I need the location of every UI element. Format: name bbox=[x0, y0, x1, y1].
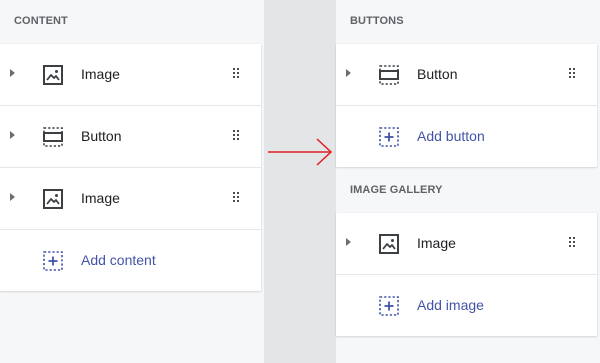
list-item-button[interactable]: Button bbox=[0, 106, 261, 168]
section-panel: BUTTONS Button Add button IMAGE GALLERY bbox=[336, 0, 600, 363]
arrow-right-icon bbox=[268, 138, 333, 166]
add-content-label: Add content bbox=[81, 252, 156, 268]
add-content-button[interactable]: Add content bbox=[0, 230, 261, 291]
add-button-label: Add button bbox=[417, 128, 485, 144]
list-item-label: Image bbox=[417, 235, 456, 251]
add-icon bbox=[43, 251, 63, 271]
expand-caret-icon[interactable] bbox=[10, 69, 15, 77]
list-item-label: Image bbox=[81, 66, 120, 82]
list-item-label: Button bbox=[81, 128, 122, 144]
buttons-list: Button Add button bbox=[336, 44, 597, 167]
list-item-label: Image bbox=[81, 190, 120, 206]
drag-handle-icon[interactable] bbox=[233, 130, 239, 142]
section-title-buttons: BUTTONS bbox=[350, 15, 404, 27]
button-icon bbox=[379, 65, 399, 85]
list-item-image[interactable]: Image bbox=[0, 44, 261, 106]
add-image-label: Add image bbox=[417, 297, 484, 313]
button-icon bbox=[43, 127, 63, 147]
image-icon bbox=[379, 234, 399, 254]
list-item-button[interactable]: Button bbox=[336, 44, 597, 106]
content-panel: CONTENT Image Button Image Add content bbox=[0, 0, 264, 363]
image-gallery-list: Image Add image bbox=[336, 213, 597, 336]
add-icon bbox=[379, 127, 399, 147]
add-button-button[interactable]: Add button bbox=[336, 106, 597, 167]
add-icon bbox=[379, 296, 399, 316]
list-item-label: Button bbox=[417, 66, 458, 82]
section-title-content: CONTENT bbox=[14, 15, 68, 27]
drag-handle-icon[interactable] bbox=[233, 192, 239, 204]
drag-handle-icon[interactable] bbox=[569, 237, 575, 249]
image-icon bbox=[43, 189, 63, 209]
expand-caret-icon[interactable] bbox=[346, 69, 351, 77]
expand-caret-icon[interactable] bbox=[346, 238, 351, 246]
content-list: Image Button Image Add content bbox=[0, 44, 261, 291]
expand-caret-icon[interactable] bbox=[10, 131, 15, 139]
list-item-image[interactable]: Image bbox=[336, 213, 597, 275]
list-item-image[interactable]: Image bbox=[0, 168, 261, 230]
expand-caret-icon[interactable] bbox=[10, 193, 15, 201]
image-icon bbox=[43, 65, 63, 85]
section-title-image-gallery: IMAGE GALLERY bbox=[350, 184, 443, 196]
drag-handle-icon[interactable] bbox=[569, 68, 575, 80]
drag-handle-icon[interactable] bbox=[233, 68, 239, 80]
add-image-button[interactable]: Add image bbox=[336, 275, 597, 336]
